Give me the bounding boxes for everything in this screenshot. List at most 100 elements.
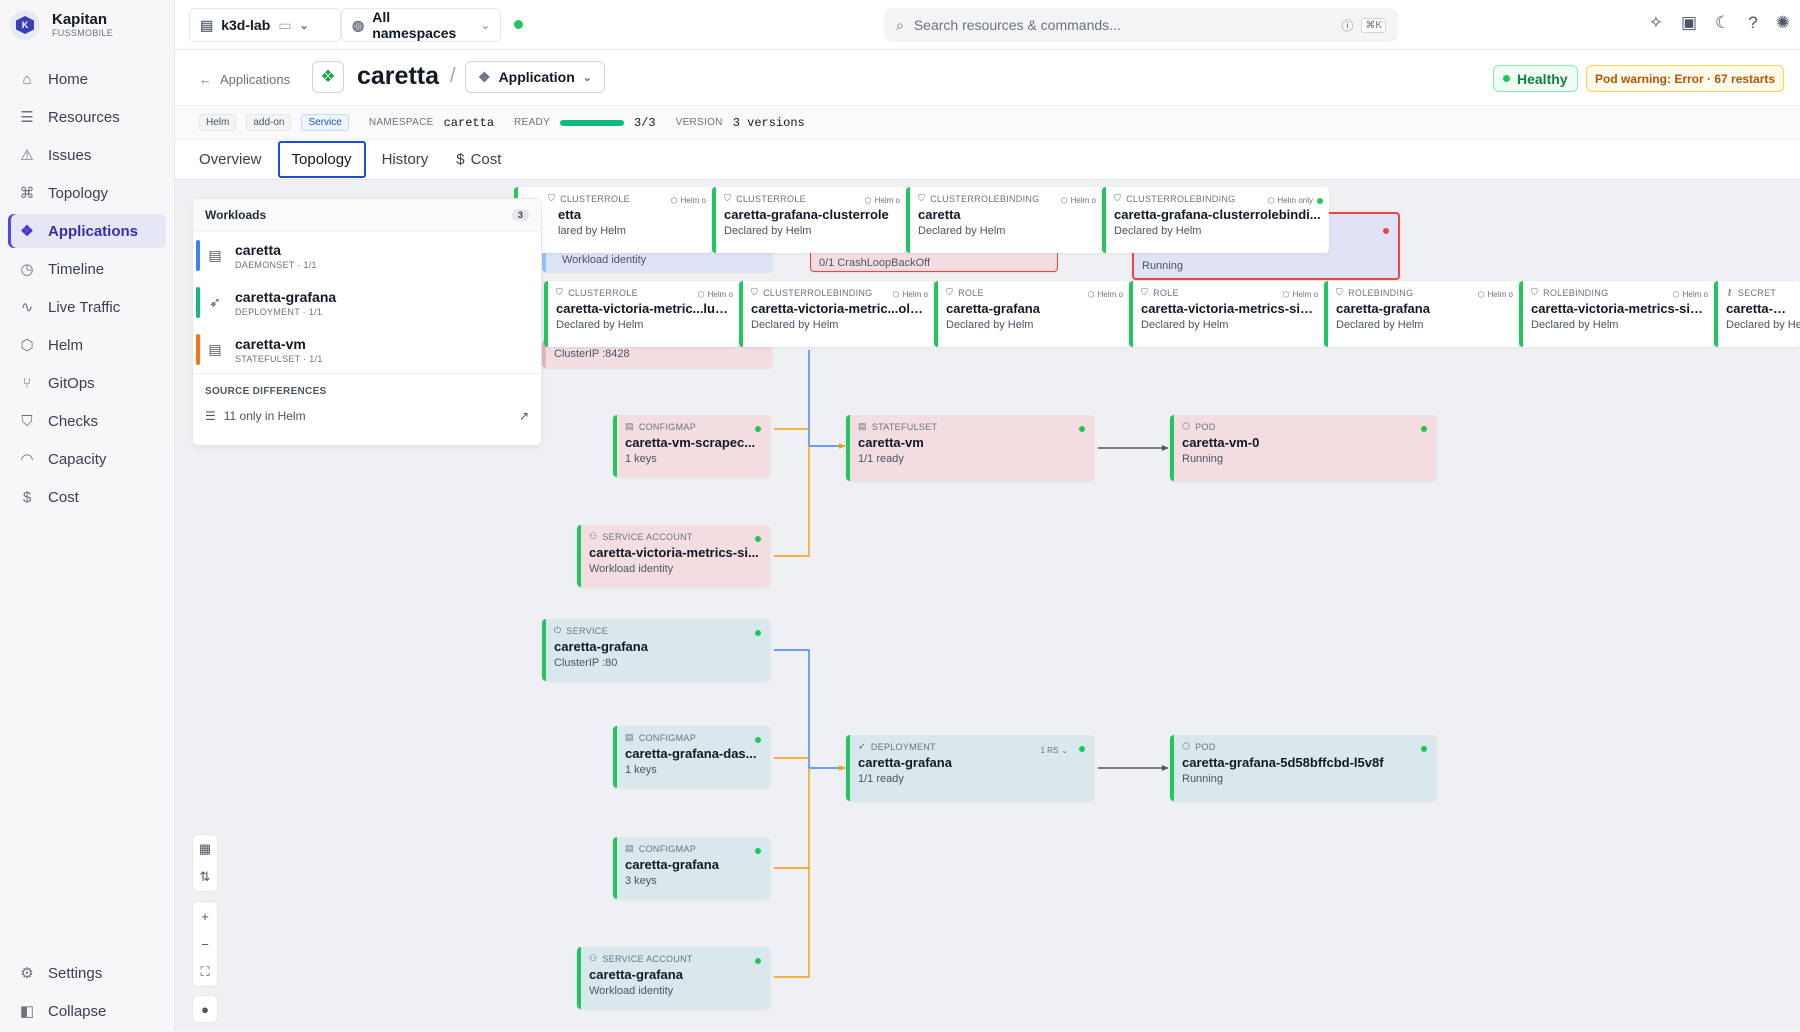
error-dot: [1383, 228, 1389, 234]
layers-icon: ☰: [205, 409, 216, 423]
helm-icon: ⬡: [864, 196, 872, 205]
node-rolebinding-grafana[interactable]: ⛉ ROLEBINDING ⬡ Helm o caretta-grafana Dec…: [1324, 281, 1519, 347]
node-rolebinding-victoria[interactable]: ⛉ ROLEBINDING ⬡ Helm o caretta-victoria-me…: [1519, 281, 1714, 347]
minimap-toggle[interactable]: ●: [192, 995, 218, 1023]
node-clusterrolebinding-victoria[interactable]: ⛉ CLUSTERROLEBINDING ⬡ Helm o caretta-vict…: [739, 281, 934, 347]
topology-edges: [774, 350, 1168, 978]
status-dot: [755, 630, 761, 636]
edge-arrow: [839, 443, 845, 449]
node-service-grafana[interactable]: ⏻ SERVICE caretta-grafana ClusterIP :80: [542, 619, 770, 681]
database-icon: ▤: [858, 421, 867, 431]
sort-icon[interactable]: ⇅: [200, 863, 211, 891]
workloads-count: 3: [511, 209, 529, 221]
circle-icon: ●: [201, 1001, 209, 1017]
edge: [808, 350, 845, 447]
node-clusterrole-caretta[interactable]: ⛉ CLUSTERROLE ⬡ Helm o etta lared by Helm: [514, 187, 712, 253]
status-dot: [755, 958, 761, 964]
helm-icon: ⬡: [697, 290, 705, 299]
status-dot: [1079, 746, 1085, 752]
status-dot: [755, 536, 761, 542]
node-deployment-grafana[interactable]: ➶ DEPLOYMENT 1 RS ⌄ caretta-grafana 1/1 re…: [846, 735, 1094, 801]
grid-icon[interactable]: ▦: [199, 835, 211, 863]
edge: [774, 868, 810, 978]
workload-item-caretta-vm[interactable]: ▤ caretta-vm STATEFULSET · 1/1: [193, 326, 541, 373]
shield-icon: ⛉: [1141, 287, 1149, 297]
node-configmap-vm-scrape[interactable]: ▤ CONFIGMAP caretta-vm-scrapec... 1 keys: [613, 415, 770, 477]
status-dot: [1317, 198, 1323, 204]
workload-color-bar: [196, 240, 200, 271]
zoom-controls: + − ⛶: [192, 901, 218, 987]
helm-icon: ⬡: [892, 290, 900, 299]
shield-icon: ⛉: [556, 287, 564, 297]
edge: [774, 649, 845, 769]
helm-icon: ⬡: [1477, 290, 1485, 299]
node-serviceaccount-grafana[interactable]: ⚇ SERVICE ACCOUNT caretta-grafana Workloa…: [577, 947, 770, 1009]
source-diff-link[interactable]: ☰ 11 only in Helm ↗: [205, 409, 529, 423]
node-serviceaccount-victoria[interactable]: ⚇ SERVICE ACCOUNT caretta-victoria-metric…: [577, 525, 770, 587]
cube-icon: ⬡: [1182, 741, 1191, 751]
shield-icon: ⛉: [946, 287, 954, 297]
workload-item-caretta[interactable]: ▤ caretta DAEMONSET · 1/1: [193, 232, 541, 279]
shield-icon: ⛉: [548, 193, 556, 203]
workloads-panel: Workloads 3 ▤ caretta DAEMONSET · 1/1 ➶ ca…: [192, 198, 542, 446]
node-statefulset-vm[interactable]: ▤ STATEFULSET caretta-vm 1/1 ready: [846, 415, 1094, 481]
edge-arrow: [1162, 445, 1168, 451]
source-differences: SOURCE DIFFERENCES ☰ 11 only in Helm ↗: [193, 373, 541, 435]
node-clusterrolebinding-grafana[interactable]: ⛉ CLUSTERROLEBINDING ⬡ Helm only caretta-g…: [1102, 187, 1329, 253]
edge: [774, 768, 810, 869]
status-dot: [1421, 746, 1427, 752]
edge-arrow: [839, 765, 845, 771]
helm-icon: ⬡: [1672, 290, 1680, 299]
file-icon: ▤: [625, 843, 634, 853]
helm-icon: ⬡: [1060, 196, 1068, 205]
replicaset-toggle[interactable]: 1 RS ⌄: [1041, 746, 1069, 755]
rocket-icon: ➶: [858, 741, 866, 751]
user-icon: ⚇: [589, 531, 598, 541]
node-clusterrolebinding-caretta[interactable]: ⛉ CLUSTERROLEBINDING ⬡ Helm o caretta Decl…: [906, 187, 1102, 253]
workload-item-caretta-grafana[interactable]: ➶ caretta-grafana DEPLOYMENT · 1/1: [193, 279, 541, 326]
user-icon: ⚇: [589, 953, 598, 963]
node-clusterrole-grafana[interactable]: ⛉ CLUSTERROLE ⬡ Helm o caretta-grafana-clu…: [712, 187, 906, 253]
shield-icon: ⛉: [724, 193, 732, 203]
zoom-in-icon[interactable]: +: [201, 902, 209, 930]
shield-icon: ⛉: [1531, 287, 1539, 297]
rocket-icon: ➶: [209, 294, 221, 310]
edge-arrow: [1162, 765, 1168, 771]
node-pod-grafana[interactable]: ⬡ POD caretta-grafana-5d58bffcbd-l5v8f Ru…: [1170, 735, 1436, 801]
fit-view-icon[interactable]: ⛶: [200, 958, 209, 986]
cube-icon: ⬡: [1182, 421, 1191, 431]
layout-controls: ▦ ⇅: [192, 834, 218, 892]
node-configmap-grafana-dashboards[interactable]: ▤ CONFIGMAP caretta-grafana-das... 1 keys: [613, 726, 770, 788]
status-dot: [755, 426, 761, 432]
edge: [774, 446, 810, 557]
chevron-down-icon: ⌄: [1061, 746, 1068, 755]
shield-icon: ⛉: [751, 287, 759, 297]
status-dot: [755, 848, 761, 854]
status-dot: [755, 737, 761, 743]
workload-color-bar: [196, 334, 200, 365]
node-role-victoria[interactable]: ⛉ ROLE ⬡ Helm o caretta-victoria-metrics-s…: [1129, 281, 1324, 347]
plug-icon: ⏻: [554, 625, 562, 635]
file-icon: ▤: [625, 421, 634, 431]
workload-color-bar: [196, 287, 200, 318]
shield-icon: ⛉: [1336, 287, 1344, 297]
helm-icon: ⬡: [1282, 290, 1290, 299]
shield-icon: ⛉: [1114, 193, 1122, 203]
node-role-grafana[interactable]: ⛉ ROLE ⬡ Helm o caretta-grafana Declared b…: [934, 281, 1129, 347]
node-clusterrole-victoria[interactable]: ⛉ CLUSTERROLE ⬡ Helm o caretta-victoria-me…: [544, 281, 739, 347]
file-icon: ▤: [625, 732, 634, 742]
node-secret[interactable]: ⚷SECRET caretta-grafa Declared by Hel: [1714, 281, 1800, 347]
node-under-1[interactable]: Workload identity: [542, 250, 772, 272]
zoom-out-icon[interactable]: −: [201, 930, 209, 958]
node-pod-vm[interactable]: ⬡ POD caretta-vm-0 Running: [1170, 415, 1436, 481]
node-configmap-grafana[interactable]: ▤ CONFIGMAP caretta-grafana 3 keys: [613, 837, 770, 899]
helm-icon: ⬡: [670, 196, 678, 205]
workloads-title: Workloads: [205, 208, 267, 222]
shield-icon: ⛉: [918, 193, 926, 203]
daemonset-icon: ▤: [208, 247, 222, 263]
database-icon: ▤: [208, 341, 222, 357]
key-icon: ⚷: [1726, 287, 1733, 297]
helm-icon: ⬡: [1267, 196, 1275, 205]
status-dot: [1079, 426, 1085, 432]
external-link-icon: ↗: [518, 409, 529, 423]
